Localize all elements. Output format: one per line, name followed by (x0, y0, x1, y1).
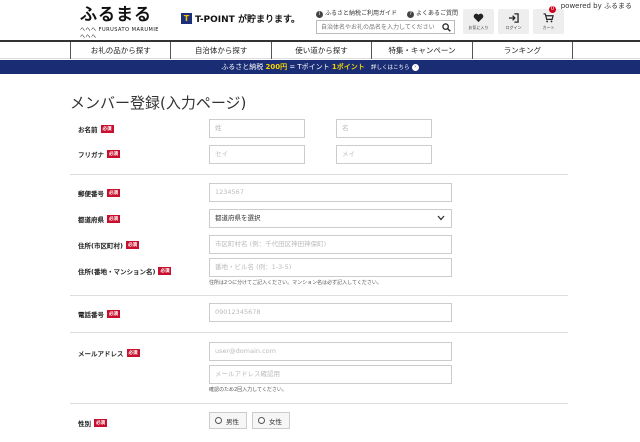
gender-male-radio[interactable]: 男性 (209, 412, 247, 429)
banner-amount: 200円 (265, 63, 288, 71)
required-badge: 必須 (107, 215, 120, 223)
last-kana-input[interactable]: セイ (209, 145, 305, 164)
question-icon: ? (407, 11, 415, 18)
pref-label-row: 都道府県 必須 (78, 214, 120, 224)
radio-circle (215, 417, 222, 424)
required-badge: 必須 (125, 241, 139, 249)
header-icon-buttons: お気に入り ログイン 0 カート (463, 6, 564, 34)
login-label: ログイン (505, 24, 522, 30)
kana-label-row: フリガナ 必須 (78, 149, 120, 159)
faq-link-label: よくあるご質問 (416, 10, 459, 17)
gender-label-row: 性別 必須 (78, 418, 107, 428)
chevron-down-icon (437, 215, 445, 221)
search-input[interactable] (317, 21, 439, 33)
prefecture-select[interactable]: 都道府県を選択 (209, 209, 452, 228)
gender-female-radio[interactable]: 女性 (252, 412, 290, 429)
arrow-right-icon: › (411, 63, 419, 71)
tpoint-notice: T T-POINT が貯まります。 (181, 12, 300, 25)
name-label: お名前 (78, 126, 98, 134)
guide-link-label: ふるさと納税ご利用ガイド (325, 10, 398, 17)
tpoint-banner[interactable]: ふるさと納税 200円 = Tポイント 1ポイント 詳しくはこちら › (0, 60, 640, 74)
login-icon (508, 12, 519, 23)
favorites-label: お気に入り (468, 24, 489, 30)
email-label: メールアドレス (78, 350, 124, 358)
favorites-button[interactable]: お気に入り (463, 9, 494, 34)
cart-button[interactable]: 0 カート (533, 6, 564, 34)
cart-icon (543, 12, 554, 22)
email-note: 確認のため2回入力してください。 (209, 387, 287, 393)
gender-female-label: 女性 (269, 417, 282, 426)
email-label-row: メールアドレス 必須 (78, 348, 140, 358)
powered-by-text: powered by ふるまる (560, 2, 632, 10)
required-badge: 必須 (100, 125, 114, 133)
name-label-row: お名前 必須 (78, 124, 114, 134)
tpoint-badge: T (181, 13, 192, 24)
last-name-input[interactable]: 姓 (209, 119, 305, 138)
banner-detail-link[interactable]: 詳しくはこちら (371, 65, 410, 71)
prefecture-select-value: 都道府県を選択 (215, 214, 261, 222)
site-logo[interactable]: ふるまる ヘヘヘ FURUSATO MARUMIE ヘヘヘ (80, 5, 162, 40)
login-button[interactable]: ログイン (498, 9, 529, 34)
search-button[interactable] (439, 21, 454, 33)
required-badge: 必須 (158, 267, 172, 275)
first-name-input[interactable]: 名 (336, 119, 432, 138)
guide-link[interactable]: i ふるさと納税ご利用ガイド (316, 8, 397, 18)
faq-link[interactable]: ? よくあるご質問 (407, 8, 458, 18)
kana-label: フリガナ (78, 151, 104, 159)
site-header: powered by ふるまる ふるまる ヘヘヘ FURUSATO MARUMI… (0, 0, 640, 40)
phone-input[interactable]: 09012345678 (209, 303, 452, 322)
banner-points: 1ポイント (331, 63, 365, 71)
address-input[interactable]: 番地・ビル名 (例：1-3-5) (209, 258, 452, 277)
radio-circle (258, 417, 265, 424)
required-badge: 必須 (107, 310, 120, 318)
required-badge: 必須 (107, 150, 120, 158)
address-note: 住所は2つに分けてご記入ください。マンション名は必ず記入してください。 (209, 280, 382, 286)
first-kana-input[interactable]: メイ (336, 145, 432, 164)
page-title: メンバー登録(入力ページ) (70, 94, 247, 112)
pref-label: 都道府県 (78, 216, 104, 224)
city-input[interactable]: 市区町村名 (例：千代田区神田神保町) (209, 235, 452, 254)
cart-count-badge: 0 (549, 6, 556, 13)
phone-label-row: 電話番号 必須 (78, 309, 120, 319)
section-divider (70, 174, 568, 175)
tpoint-text: T-POINT が貯まります。 (195, 15, 301, 25)
zip-input[interactable]: 1234567 (209, 183, 452, 202)
nav-item-campaign[interactable]: 特集・キャンペーン (371, 42, 471, 59)
info-icon: i (316, 11, 323, 18)
address-label-row: 住所(番地・マンション名) 必須 (78, 266, 172, 276)
nav-item-municipalities[interactable]: 自治体から探す (170, 42, 270, 59)
required-badge: 必須 (126, 349, 140, 357)
logo-main-text: ふるまる (80, 5, 152, 25)
section-divider (70, 295, 568, 296)
logo-sub-text: ヘヘヘ FURUSATO MARUMIE ヘヘヘ (80, 27, 159, 40)
required-badge: 必須 (94, 419, 107, 427)
banner-mid: = Tポイント (289, 63, 332, 71)
section-divider (70, 403, 568, 404)
top-links: i ふるさと納税ご利用ガイド ? よくあるご質問 (316, 8, 458, 18)
zip-label-row: 郵便番号 必須 (78, 188, 120, 198)
cart-label: カート (542, 24, 555, 30)
gender-label: 性別 (78, 420, 91, 428)
email-input[interactable]: user@domain.com (209, 342, 452, 361)
address-label: 住所(番地・マンション名) (78, 268, 156, 276)
search-box (316, 20, 455, 34)
gender-male-label: 男性 (226, 417, 239, 426)
main-nav: お礼の品から探す 自治体から探す 使い道から探す 特集・キャンペーン ランキング (0, 40, 640, 59)
heart-icon (473, 13, 484, 22)
required-badge: 必須 (107, 189, 120, 197)
phone-label: 電話番号 (78, 311, 104, 319)
zip-label: 郵便番号 (78, 190, 104, 198)
nav-item-usage[interactable]: 使い道から探す (270, 42, 371, 59)
nav-item-ranking[interactable]: ランキング (471, 42, 574, 59)
search-icon (442, 22, 451, 32)
city-label-row: 住所(市区町村) 必須 (78, 240, 139, 250)
section-divider (70, 332, 568, 333)
city-label: 住所(市区町村) (78, 242, 123, 250)
banner-pre: ふるさと納税 (221, 63, 264, 71)
email-confirm-input[interactable]: メールアドレス確認用 (209, 365, 452, 384)
nav-item-gifts[interactable]: お礼の品から探す (70, 42, 170, 59)
